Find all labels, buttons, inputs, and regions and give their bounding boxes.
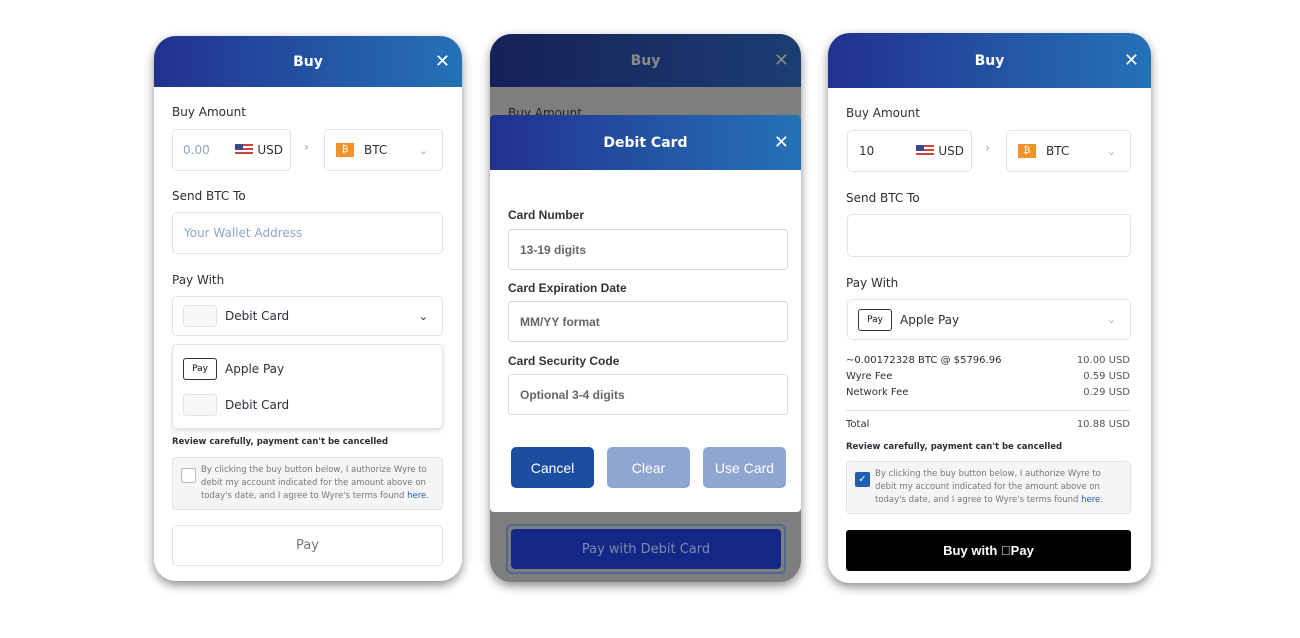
debit-card-modal: Debit Card ✕ Card Number 13-19 digits Car…: [490, 115, 801, 512]
wyre-fee-row: Wyre Fee 0.59 USD: [846, 371, 1130, 382]
option-debit-card[interactable]: Debit Card: [183, 393, 290, 416]
chevron-down-icon: ⌄: [1106, 144, 1116, 158]
amount-value: 10: [859, 144, 875, 158]
security-code-input[interactable]: Optional 3-4 digits: [508, 374, 788, 415]
expiration-input[interactable]: MM/YY format: [508, 301, 788, 342]
pay-with-select[interactable]: Pay Apple Pay ⌄: [847, 299, 1131, 340]
bitcoin-icon: ₿: [336, 143, 354, 157]
pay-with-select[interactable]: Debit Card ⌄: [172, 296, 443, 336]
rate-row: ~0.00172328 BTC @ $5796.96 10.00 USD: [846, 355, 1130, 366]
terms-box: ✓ By clicking the buy button below, I au…: [846, 461, 1131, 514]
amount-placeholder: 0.00: [183, 143, 210, 157]
chevron-right-icon: ›: [304, 140, 309, 154]
pay-with-debit-card-button[interactable]: Pay with Debit Card: [511, 529, 781, 569]
row-label[interactable]: Wyre Fee: [846, 371, 892, 382]
chevron-down-icon: ⌄: [418, 309, 428, 323]
wallet-input[interactable]: [847, 214, 1131, 257]
buy-amount-label: Buy Amount: [846, 106, 920, 120]
pay-with-dropdown: Pay Apple Pay Debit Card: [172, 344, 443, 429]
review-warning: Review carefully, payment can't be cance…: [172, 437, 389, 447]
buy-panel-apple-pay: Buy ✕ Buy Amount 10 USD › ₿ BTC ⌄ Send BTC T…: [828, 33, 1151, 583]
apple-pay-icon: Pay: [858, 308, 892, 331]
terms-checkbox[interactable]: [181, 468, 196, 483]
buy-panel-debit: Buy ✕ Buy Amount 0.00 USD › ₿ BTC ⌄ Send BTC…: [154, 36, 462, 581]
pay-with-value: Debit Card: [225, 309, 290, 323]
crypto-label: BTC: [364, 143, 388, 157]
title: Buy: [630, 52, 661, 69]
terms-box: By clicking the buy button below, I auth…: [172, 457, 443, 510]
bitcoin-icon: ₿: [1018, 144, 1036, 158]
chevron-down-icon: ⌄: [418, 143, 428, 157]
wallet-input[interactable]: Your Wallet Address: [172, 212, 443, 254]
terms-checkbox-checked[interactable]: ✓: [855, 472, 870, 487]
header: Buy ✕: [154, 36, 462, 87]
row-label: ~0.00172328 BTC @ $5796.96: [846, 355, 1002, 366]
terms-text: By clicking the buy button below, I auth…: [201, 465, 427, 501]
fiat-label: USD: [938, 144, 964, 158]
send-label: Send BTC To: [172, 189, 246, 203]
expiration-label: Card Expiration Date: [508, 281, 627, 295]
option-label: Debit Card: [225, 397, 290, 412]
crypto-label: BTC: [1046, 144, 1070, 158]
fiat-label: USD: [257, 143, 283, 157]
pay-with-value: Apple Pay: [900, 312, 960, 327]
chevron-right-icon: ›: [985, 141, 990, 155]
crypto-select[interactable]: ₿ BTC ⌄: [324, 129, 443, 171]
card-number-input[interactable]: 13-19 digits: [508, 229, 788, 270]
security-code-label: Card Security Code: [508, 354, 620, 368]
option-apple-pay[interactable]: Pay Apple Pay: [183, 357, 285, 380]
amount-input[interactable]: 0.00 USD: [172, 129, 291, 171]
terms-text: By clicking the buy button below, I auth…: [875, 469, 1101, 505]
pay-with-label: Pay With: [846, 276, 899, 290]
divider: [846, 410, 1130, 411]
buy-panel-card-modal: Buy ✕ Buy Amount Pay with Debit Card Debi…: [490, 34, 801, 582]
cancel-button[interactable]: Cancel: [511, 447, 594, 488]
close-icon[interactable]: ✕: [1124, 50, 1139, 71]
apple-pay-icon: Pay: [183, 357, 217, 380]
use-card-button[interactable]: Use Card: [703, 447, 786, 488]
title: Buy: [974, 52, 1005, 69]
us-flag-icon: [235, 144, 254, 156]
send-label: Send BTC To: [846, 191, 920, 205]
row-label[interactable]: Network Fee: [846, 387, 908, 398]
review-warning: Review carefully, payment can't be cance…: [846, 442, 1063, 452]
total-value: 10.88 USD: [1076, 419, 1130, 430]
amount-input[interactable]: 10 USD: [847, 130, 972, 172]
card-number-label: Card Number: [508, 208, 585, 222]
total-row: Total 10.88 USD: [846, 419, 1130, 430]
modal-title: Debit Card: [603, 134, 688, 151]
us-flag-icon: [916, 145, 935, 157]
buy-with-apple-pay-button[interactable]: Buy with Pay: [846, 530, 1131, 571]
pay-with-label: Pay With: [172, 273, 225, 287]
close-icon[interactable]: ✕: [774, 132, 789, 153]
debit-card-icon: [183, 305, 217, 327]
header: Buy ✕: [828, 33, 1151, 88]
row-value: 0.29 USD: [1083, 387, 1130, 398]
crypto-select[interactable]: ₿ BTC ⌄: [1006, 130, 1131, 172]
total-label: Total: [846, 419, 870, 430]
terms-link[interactable]: here: [407, 491, 426, 501]
close-icon[interactable]: ✕: [435, 51, 450, 72]
modal-header: Debit Card ✕: [490, 115, 801, 170]
pay-button[interactable]: Pay: [172, 525, 443, 566]
debit-card-icon: [183, 393, 217, 416]
header: Buy ✕: [490, 34, 801, 87]
pay-button-wrap: Pay with Debit Card: [506, 524, 786, 574]
buy-amount-label: Buy Amount: [172, 105, 246, 119]
row-value: 0.59 USD: [1083, 371, 1130, 382]
chevron-down-icon: ⌄: [1106, 313, 1116, 326]
terms-link[interactable]: here: [1081, 495, 1100, 505]
row-value: 10.00 USD: [1076, 355, 1130, 366]
close-icon[interactable]: ✕: [774, 50, 789, 71]
title: Buy: [293, 53, 323, 70]
clear-button[interactable]: Clear: [607, 447, 690, 488]
option-label: Apple Pay: [225, 361, 285, 376]
network-fee-row: Network Fee 0.29 USD: [846, 387, 1130, 398]
